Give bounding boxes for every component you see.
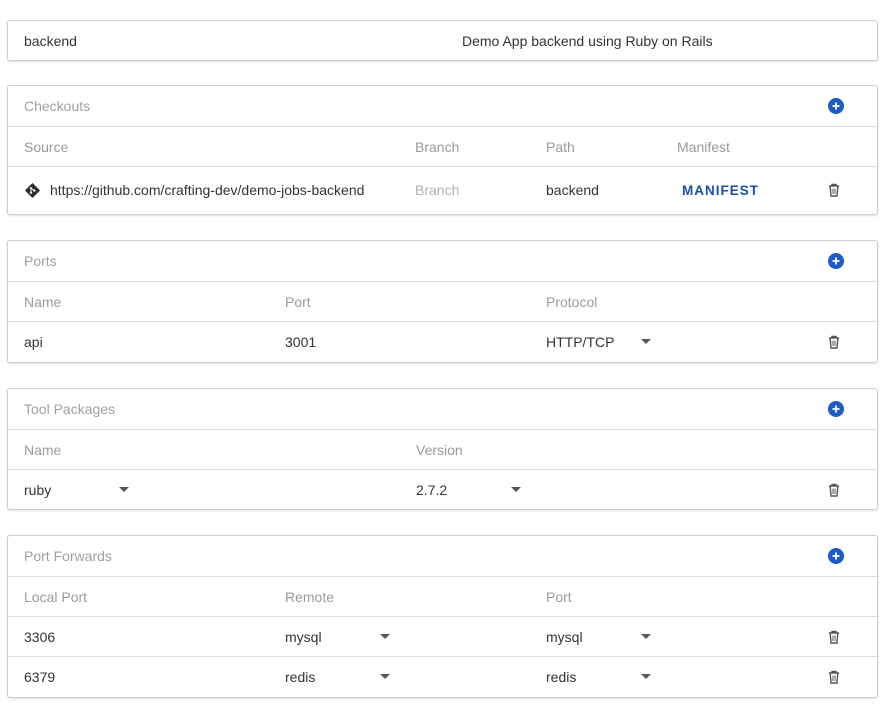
delete-tool-package-button[interactable] bbox=[828, 470, 840, 509]
package-name-select[interactable]: ruby bbox=[24, 470, 134, 509]
remote-port-select[interactable]: redis bbox=[546, 657, 656, 696]
port-forward-row: 3306 mysql mysql bbox=[8, 616, 877, 656]
git-icon bbox=[25, 167, 40, 213]
package-version-value: 2.7.2 bbox=[416, 481, 448, 498]
tool-package-row: ruby 2.7.2 bbox=[8, 469, 877, 509]
add-circle-icon bbox=[832, 102, 840, 110]
local-port-input[interactable]: 6379 bbox=[24, 657, 55, 696]
add-port-button[interactable] bbox=[828, 253, 844, 269]
trash-icon bbox=[829, 483, 839, 497]
column-header-port: Port bbox=[546, 588, 572, 605]
app-name[interactable]: backend bbox=[24, 21, 77, 60]
add-checkout-button[interactable] bbox=[828, 98, 844, 114]
protocol-value: HTTP/TCP bbox=[546, 333, 615, 350]
column-header-name: Name bbox=[24, 293, 62, 310]
trash-icon bbox=[829, 630, 839, 644]
port-forward-row: 6379 redis redis bbox=[8, 656, 877, 696]
add-tool-package-button[interactable] bbox=[828, 401, 844, 417]
port-name-input[interactable]: api bbox=[24, 322, 43, 361]
delete-port-forward-button[interactable] bbox=[828, 617, 840, 656]
caret-down-icon bbox=[380, 674, 390, 679]
port-row: api 3001 HTTP/TCP bbox=[8, 321, 877, 361]
column-header-manifest: Manifest bbox=[677, 138, 730, 155]
package-name-value: ruby bbox=[24, 481, 52, 498]
port-number-input[interactable]: 3001 bbox=[285, 322, 316, 361]
add-port-forward-button[interactable] bbox=[828, 548, 844, 564]
remote-select[interactable]: redis bbox=[285, 657, 395, 696]
add-circle-icon bbox=[832, 405, 840, 413]
caret-down-icon bbox=[380, 634, 390, 639]
checkout-source-url[interactable]: https://github.com/crafting-dev/demo-job… bbox=[50, 167, 364, 213]
column-header-protocol: Protocol bbox=[546, 293, 598, 310]
delete-port-forward-button[interactable] bbox=[828, 657, 840, 696]
add-circle-icon bbox=[832, 552, 840, 560]
checkout-row: https://github.com/crafting-dev/demo-job… bbox=[8, 166, 877, 213]
manifest-button[interactable]: MANIFEST bbox=[682, 167, 759, 213]
column-header-version: Version bbox=[416, 441, 463, 458]
caret-down-icon bbox=[641, 339, 651, 344]
remote-port-value: mysql bbox=[546, 628, 583, 645]
column-header-local-port: Local Port bbox=[24, 588, 88, 605]
checkouts-card: Checkouts Source Branch Path Manifest ht… bbox=[7, 85, 878, 215]
caret-down-icon bbox=[641, 674, 651, 679]
column-header-branch: Branch bbox=[415, 138, 460, 155]
port-forwards-card: Port Forwards Local Port Remote Port 330… bbox=[7, 535, 878, 698]
tool-packages-card: Tool Packages Name Version ruby 2.7.2 bbox=[7, 388, 878, 510]
column-header-port: Port bbox=[285, 293, 311, 310]
package-version-select[interactable]: 2.7.2 bbox=[416, 470, 526, 509]
remote-select[interactable]: mysql bbox=[285, 617, 395, 656]
ports-title: Ports bbox=[24, 253, 57, 269]
trash-icon bbox=[829, 670, 839, 684]
checkout-branch-input[interactable]: Branch bbox=[415, 167, 459, 213]
remote-value: mysql bbox=[285, 628, 322, 645]
app-header-card: backend Demo App backend using Ruby on R… bbox=[7, 20, 878, 61]
tool-packages-title: Tool Packages bbox=[24, 401, 116, 417]
column-header-path: Path bbox=[546, 138, 575, 155]
checkout-path-input[interactable]: backend bbox=[546, 167, 599, 213]
caret-down-icon bbox=[511, 487, 521, 492]
column-header-remote: Remote bbox=[285, 588, 335, 605]
add-circle-icon bbox=[832, 257, 840, 265]
port-forwards-title: Port Forwards bbox=[24, 548, 112, 564]
column-header-name: Name bbox=[24, 441, 62, 458]
remote-value: redis bbox=[285, 668, 316, 685]
ports-card: Ports Name Port Protocol api 3001 HTTP/T… bbox=[7, 240, 878, 363]
app-description[interactable]: Demo App backend using Ruby on Rails bbox=[462, 21, 713, 60]
trash-icon bbox=[829, 335, 839, 349]
column-header-source: Source bbox=[24, 138, 69, 155]
trash-icon bbox=[829, 183, 839, 197]
protocol-select[interactable]: HTTP/TCP bbox=[546, 322, 656, 361]
remote-port-select[interactable]: mysql bbox=[546, 617, 656, 656]
caret-down-icon bbox=[119, 487, 129, 492]
remote-port-value: redis bbox=[546, 668, 577, 685]
checkouts-title: Checkouts bbox=[24, 98, 91, 114]
delete-port-button[interactable] bbox=[828, 322, 840, 361]
delete-checkout-button[interactable] bbox=[828, 167, 840, 213]
caret-down-icon bbox=[641, 634, 651, 639]
local-port-input[interactable]: 3306 bbox=[24, 617, 55, 656]
